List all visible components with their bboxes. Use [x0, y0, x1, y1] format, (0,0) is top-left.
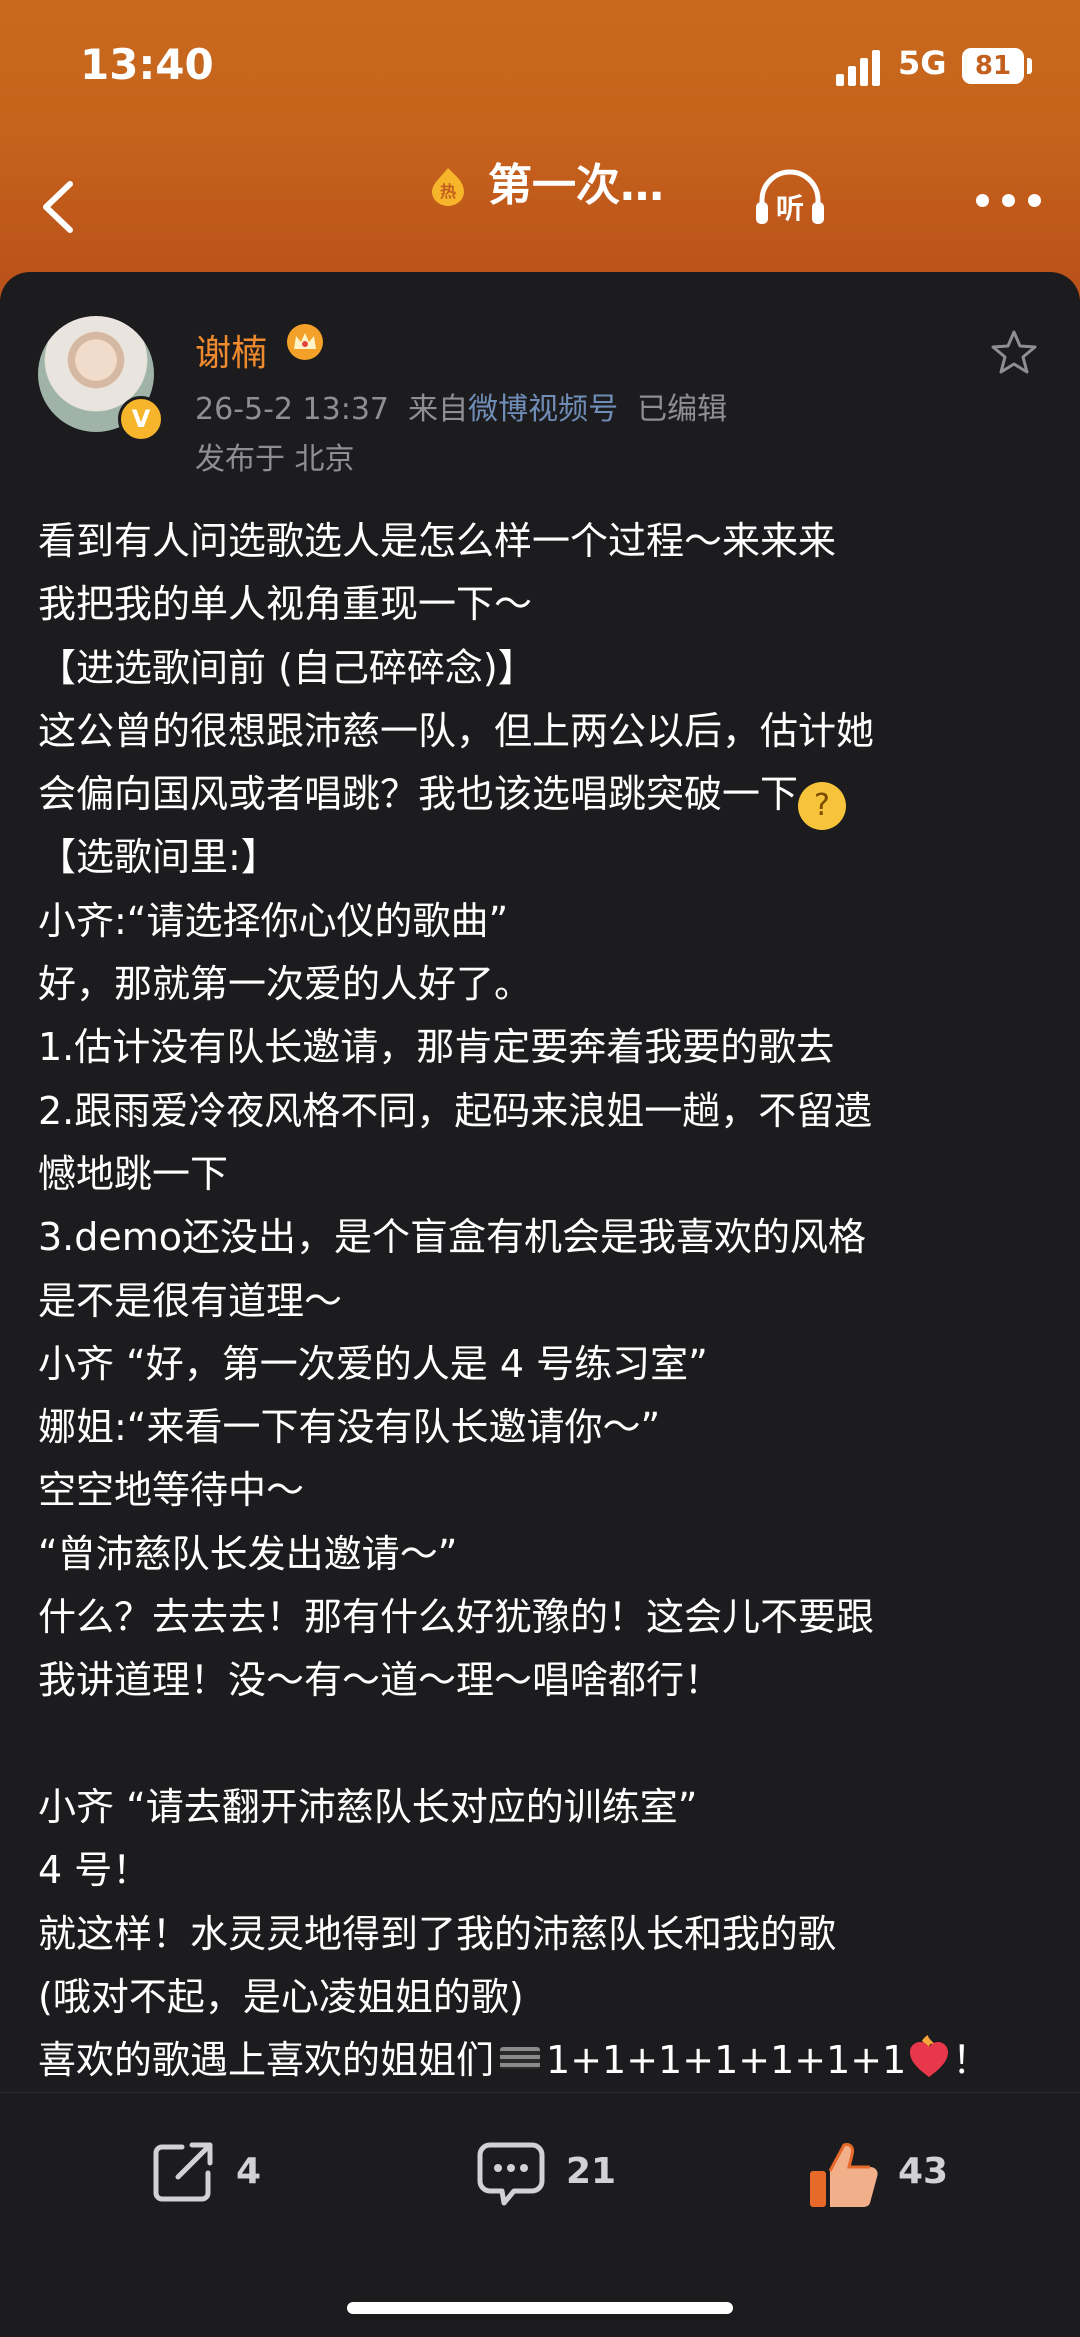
- page-title: 第一次…: [488, 160, 664, 211]
- post-line: 3.demo还没出，是个盲盒有机会是我喜欢的风格: [38, 1215, 867, 1260]
- edited-label: 已编辑: [637, 392, 728, 427]
- home-indicator: [347, 2302, 733, 2314]
- post-line: 好，那就第一次爱的人好了。: [38, 962, 533, 1007]
- post-line: 什么？去去去！那有什么好犹豫的！这会儿不要跟: [38, 1595, 875, 1640]
- like-button[interactable]: 43: [806, 2137, 966, 2217]
- listen-label: 听: [776, 192, 804, 225]
- post-body: 看到有人问选歌选人是怎么样一个过程～来来来 我把我的单人视角重现一下～ 【进选歌…: [38, 510, 1048, 2092]
- post-line-text: 会偏向国风或者唱跳？我也该选唱跳突破一下: [38, 772, 799, 817]
- post-line: 是不是很有道理～: [38, 1278, 343, 1323]
- post-line: 我讲道理！没～有～道～理～唱啥都行！: [38, 1658, 723, 1703]
- from-prefix: 来自: [408, 392, 469, 427]
- post-line: 就这样！水灵灵地得到了我的沛慈队长和我的歌: [38, 1911, 837, 1956]
- post-line: 喜欢的歌遇上喜欢的姐姐们 1+1+1+1+1+1+1 ！: [38, 2029, 1048, 2092]
- verified-badge-icon: V: [118, 396, 164, 442]
- clock: 13:40: [80, 40, 214, 89]
- action-bar: 4 21 43: [0, 2092, 1080, 2253]
- post-line: 4 号！: [38, 1848, 151, 1893]
- post-line: 看到有人问选歌选人是怎么样一个过程～来来来: [38, 519, 837, 563]
- thumbs-up-icon: [810, 2143, 878, 2207]
- post-line: 小齐 “请去翻开沛慈队长对应的训练室”: [38, 1784, 698, 1829]
- post-line: 2.跟雨爱冷夜风格不同，起码来浪姐一趟，不留遗: [38, 1088, 873, 1133]
- post-line: 小齐:“请选择你心仪的歌曲”: [38, 898, 509, 943]
- battery-icon: 81: [962, 48, 1024, 84]
- author-name[interactable]: 谢楠: [195, 324, 267, 376]
- back-icon[interactable]: [28, 172, 98, 242]
- post-line: 娜姐:“来看一下有没有队长邀请你～”: [38, 1405, 661, 1450]
- equals-emoji-icon: [500, 2047, 541, 2070]
- post-meta: 26-5-2 13:37 来自微博视频号 已编辑: [195, 384, 727, 428]
- repost-icon: [153, 2142, 213, 2202]
- hot-badge-label: 热: [440, 182, 456, 201]
- post-line: 1.估计没有队长邀请，那肯定要奔着我要的歌去: [38, 1025, 835, 1070]
- post-time: 26-5-2 13:37: [195, 392, 389, 427]
- post-line: (哦对不起，是心凌姐姐的歌): [38, 1974, 524, 2019]
- post-card: V 谢楠 26-5-2 13:37 来自微博视频号 已编辑 发布于 北京 看到有…: [0, 272, 1080, 2337]
- network-type: 5G: [898, 44, 947, 82]
- repost-button[interactable]: 4: [148, 2137, 268, 2217]
- post-line: “曾沛慈队长发出邀请～”: [38, 1531, 458, 1576]
- post-line: 憾地跳一下: [38, 1151, 229, 1196]
- source-link[interactable]: 微博视频号: [468, 392, 618, 427]
- favorite-star-icon[interactable]: [990, 328, 1038, 376]
- heart-on-fire-icon: [910, 2035, 949, 2078]
- hot-topic-icon: 热: [432, 168, 464, 206]
- post-line: 这公曾的很想跟沛慈一队，但上两公以后，估计她: [38, 708, 875, 753]
- post-line: 会偏向国风或者唱跳？我也该选唱跳突破一下?: [38, 763, 1048, 831]
- post-line-end: ！: [952, 2038, 991, 2083]
- repost-count: 4: [236, 2151, 262, 2192]
- post-location: 发布于 北京: [195, 442, 355, 477]
- post-line: 【进选歌间前 (自己碎碎念)】: [38, 645, 536, 690]
- thinking-emoji-icon: ?: [798, 782, 847, 831]
- post-line: 我把我的单人视角重现一下～: [38, 582, 533, 627]
- post-line-text: 喜欢的歌遇上喜欢的姐姐们: [38, 2038, 495, 2083]
- post-line: 小齐 “好，第一次爱的人是 4 号练习室”: [38, 1341, 708, 1386]
- comment-button[interactable]: 21: [474, 2137, 624, 2217]
- top-nav: 热 第一次… 听: [0, 150, 1080, 260]
- listen-headphones-icon[interactable]: 听: [752, 166, 828, 230]
- status-bar: 13:40 5G 81: [0, 0, 1080, 130]
- crown-icon: [287, 324, 323, 360]
- post-line: [38, 1713, 1048, 1776]
- battery-tip: [1027, 58, 1032, 74]
- signal-icon: [836, 50, 886, 86]
- more-options-icon[interactable]: [976, 194, 1042, 208]
- comment-count: 21: [566, 2151, 617, 2192]
- post-line-suffix: 1+1+1+1+1+1+1: [546, 2038, 907, 2083]
- like-count: 43: [898, 2151, 949, 2192]
- comment-icon: [477, 2142, 545, 2206]
- post-line: 【选歌间里:】: [38, 835, 279, 880]
- post-line: 空空地等待中～: [38, 1468, 305, 1513]
